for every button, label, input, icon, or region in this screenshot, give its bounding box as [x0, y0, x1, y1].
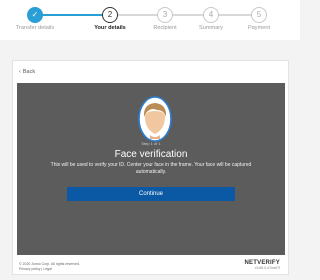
step-label: Payment [247, 25, 271, 31]
instructions-text: This will be used to verify your ID. Cen… [50, 162, 252, 175]
back-link[interactable]: ‹ Back [19, 69, 35, 75]
verification-card: ‹ Back Step 1 of 1 Face verification This… [12, 60, 289, 275]
back-label: Back [22, 69, 36, 75]
step-number: 4 [203, 7, 219, 23]
step-counter: Step 1 of 1 [141, 141, 161, 146]
progress-stepper: ✓ Transfer details 2 Your details 3 Reci… [0, 0, 300, 40]
step-connector-3 [168, 14, 204, 16]
check-icon: ✓ [27, 7, 43, 23]
continue-button[interactable]: Continue [67, 187, 235, 201]
privacy-legal-links[interactable]: Privacy policy | Legal [19, 267, 80, 272]
chevron-left-icon: ‹ [19, 69, 21, 75]
step-connector-1 [42, 14, 108, 16]
step-connector-2 [118, 14, 162, 16]
step-label: Transfer details [15, 25, 55, 31]
footer-brand: NETVERIFY v3.88.0-d7ea67f [245, 260, 280, 270]
step-connector-4 [216, 14, 254, 16]
step-label: Your details [94, 25, 126, 31]
face-verification-panel: Step 1 of 1 Face verification This will … [17, 83, 285, 255]
footer-legal: © 2020 Jumio Corp. All rights reserved. … [19, 262, 80, 272]
step-number: 3 [157, 7, 173, 23]
version-text: v3.88.0-d7ea67f [254, 266, 280, 270]
step-number: 2 [102, 7, 118, 23]
face-outline-icon [138, 96, 172, 142]
page-title: Face verification [114, 149, 188, 160]
step-number: 5 [251, 7, 267, 23]
